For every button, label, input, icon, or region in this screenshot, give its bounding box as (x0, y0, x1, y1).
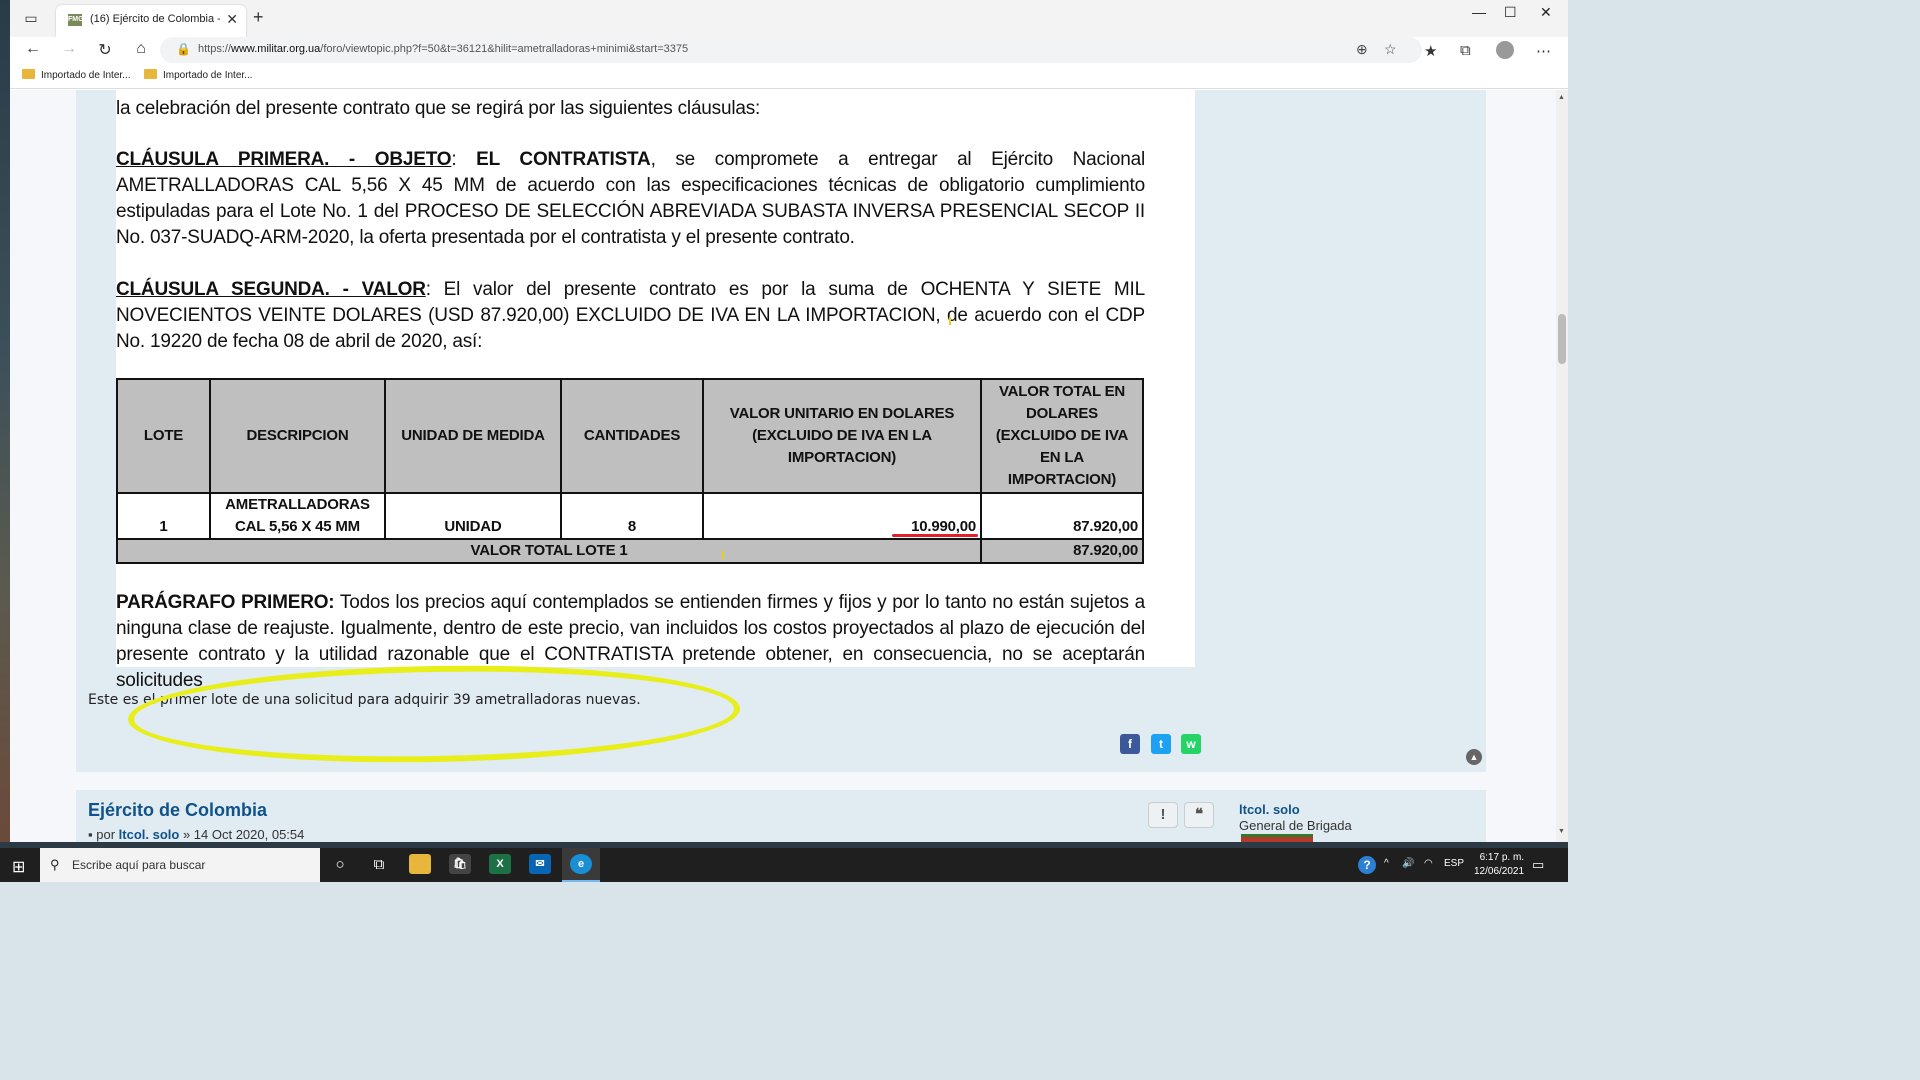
table-cell: 10.990,00 (702, 492, 982, 540)
table-row: 1 AMETRALLADORAS CAL 5,56 X 45 MM UNIDAD… (116, 492, 1144, 540)
post-user-rank: General de Brigada (1239, 818, 1352, 833)
post-meta: ▪ por ltcol. solo » 14 Oct 2020, 05:54 (88, 827, 305, 842)
table-cell: 1 (116, 492, 211, 540)
post-author-link[interactable]: ltcol. solo (119, 827, 180, 842)
lock-icon[interactable]: 🔒 (176, 42, 191, 56)
navigation-bar: ← → ↻ ⌂ 🔒 https://www.militar.org.ua/for… (10, 37, 1568, 65)
highlight-mark (949, 317, 951, 325)
close-tab-icon[interactable]: ✕ (226, 11, 238, 28)
table-cell: AMETRALLADORAS CAL 5,56 X 45 MM (209, 492, 386, 540)
table-cell: 87.920,00 (980, 492, 1144, 540)
edge-taskbar-button[interactable]: e (562, 848, 600, 882)
forum-page: la celebración del presente contrato que… (10, 90, 1556, 842)
back-icon[interactable]: ← (22, 40, 44, 58)
twitter-icon[interactable]: t (1151, 734, 1171, 754)
favorites-icon[interactable]: ★ (1424, 42, 1437, 60)
add-favorite-icon[interactable]: ☆ (1384, 41, 1397, 58)
refresh-icon[interactable]: ↻ (94, 40, 116, 60)
windows-start-icon[interactable]: ⊞ (12, 857, 25, 877)
page-scrollbar[interactable]: ▲ ▼ (1556, 90, 1568, 842)
mail-icon[interactable]: ✉ (529, 854, 551, 874)
folder-icon (144, 69, 157, 79)
minimize-icon[interactable]: — (1472, 4, 1486, 20)
post-username[interactable]: ltcol. solo (1239, 802, 1300, 817)
new-tab-icon[interactable]: + (253, 7, 264, 28)
clock[interactable]: 6:17 p. m. 12/06/2021 (1474, 851, 1524, 879)
cortana-icon[interactable]: ○ (329, 855, 351, 875)
facebook-icon[interactable]: f (1120, 734, 1140, 754)
edge-icon: e (570, 854, 592, 874)
table-header: VALOR TOTAL EN DOLARES (EXCLUIDO DE IVA … (980, 378, 1144, 494)
next-forum-post: Ejército de Colombia ▪ por ltcol. solo »… (76, 790, 1486, 842)
desktop-background (0, 0, 10, 842)
language-indicator[interactable]: ESP (1444, 858, 1464, 869)
table-total-row: VALOR TOTAL LOTE 1 87.920,00 (116, 538, 1144, 564)
folder-icon (22, 69, 35, 79)
more-menu-icon[interactable]: ⋯ (1536, 42, 1551, 60)
doc-intro: la celebración del presente contrato que… (116, 98, 761, 119)
post-title[interactable]: Ejército de Colombia (88, 800, 267, 821)
tray-overflow-icon[interactable]: ^ (1384, 858, 1389, 869)
table-header: CANTIDADES (560, 378, 704, 494)
highlight-mark (722, 551, 724, 559)
home-icon[interactable]: ⌂ (130, 40, 152, 58)
network-icon[interactable]: ◠ (1424, 858, 1433, 869)
report-icon[interactable]: ! (1148, 802, 1178, 828)
url-text: https://www.militar.org.ua/foro/viewtopi… (198, 43, 689, 55)
favorites-bar: Importado de Inter... Importado de Inter… (10, 65, 1568, 89)
scroll-up-icon[interactable]: ▲ (1558, 94, 1565, 101)
site-favicon-icon: FMG (68, 14, 84, 26)
excel-icon[interactable]: X (489, 854, 511, 874)
table-header: UNIDAD DE MEDIDA (384, 378, 562, 494)
doc-clause-1: CLÁUSULA PRIMERA. - OBJETO: EL CONTRATIS… (116, 149, 1145, 248)
tab-title: (16) Ejército de Colombia - Págin (90, 13, 220, 25)
whatsapp-icon[interactable]: w (1181, 734, 1201, 754)
contract-document-image: la celebración del presente contrato que… (116, 90, 1195, 691)
zoom-icon[interactable]: ⊕ (1356, 41, 1368, 58)
taskbar: ⊞ ⚲ Escribe aquí para buscar ○ ⧉ 🛍 X ✉ e… (0, 848, 1568, 882)
volume-icon[interactable]: 🔊 (1402, 858, 1414, 869)
tab-actions-icon[interactable]: ▭ (22, 9, 40, 27)
table-cell: UNIDAD (384, 492, 562, 540)
forward-icon[interactable]: → (58, 40, 80, 58)
file-explorer-icon[interactable] (409, 854, 431, 874)
notifications-icon[interactable]: ▭ (1532, 857, 1544, 873)
table-cell: 8 (560, 492, 704, 540)
quote-icon[interactable]: ❝ (1184, 802, 1214, 828)
store-icon[interactable]: 🛍 (449, 854, 471, 874)
task-view-icon[interactable]: ⧉ (368, 855, 390, 875)
profile-avatar[interactable] (1496, 41, 1514, 59)
taskbar-search[interactable]: ⚲ Escribe aquí para buscar (40, 848, 320, 882)
favorite-folder-2[interactable]: Importado de Inter... (144, 69, 253, 81)
table-header-row: LOTE DESCRIPCION UNIDAD DE MEDIDA CANTID… (116, 378, 1144, 494)
address-bar[interactable]: 🔒 https://www.militar.org.ua/foro/viewto… (160, 37, 1422, 63)
search-placeholder: Escribe aquí para buscar (72, 858, 206, 872)
favorite-folder-1[interactable]: Importado de Inter... (22, 69, 131, 81)
scrollbar-thumb[interactable] (1558, 314, 1566, 364)
maximize-icon[interactable]: ☐ (1504, 4, 1517, 21)
back-to-top-icon[interactable]: ▲ (1466, 749, 1482, 765)
table-total-label: VALOR TOTAL LOTE 1 (116, 538, 982, 564)
red-underline-mark (892, 534, 978, 537)
table-total-value: 87.920,00 (980, 538, 1144, 564)
rank-badge (1241, 834, 1313, 842)
close-window-icon[interactable]: ✕ (1540, 4, 1552, 21)
collections-icon[interactable]: ⧉ (1460, 42, 1471, 59)
table-header: LOTE (116, 378, 211, 494)
browser-window: ▭ FMG (16) Ejército de Colombia - Págin … (10, 0, 1568, 842)
doc-clause-2: CLÁUSULA SEGUNDA. - VALOR: El valor del … (116, 279, 1145, 352)
contract-table: LOTE DESCRIPCION UNIDAD DE MEDIDA CANTID… (116, 378, 1144, 564)
tab-active[interactable]: FMG (16) Ejército de Colombia - Págin ✕ (56, 5, 246, 37)
search-icon: ⚲ (50, 857, 60, 872)
table-header: VALOR UNITARIO EN DOLARES (EXCLUIDO DE I… (702, 378, 982, 494)
forum-post: la celebración del presente contrato que… (76, 90, 1486, 772)
help-icon[interactable]: ? (1358, 856, 1376, 874)
scroll-down-icon[interactable]: ▼ (1558, 828, 1565, 835)
tab-strip: ▭ FMG (16) Ejército de Colombia - Págin … (10, 0, 1568, 37)
table-header: DESCRIPCION (209, 378, 386, 494)
